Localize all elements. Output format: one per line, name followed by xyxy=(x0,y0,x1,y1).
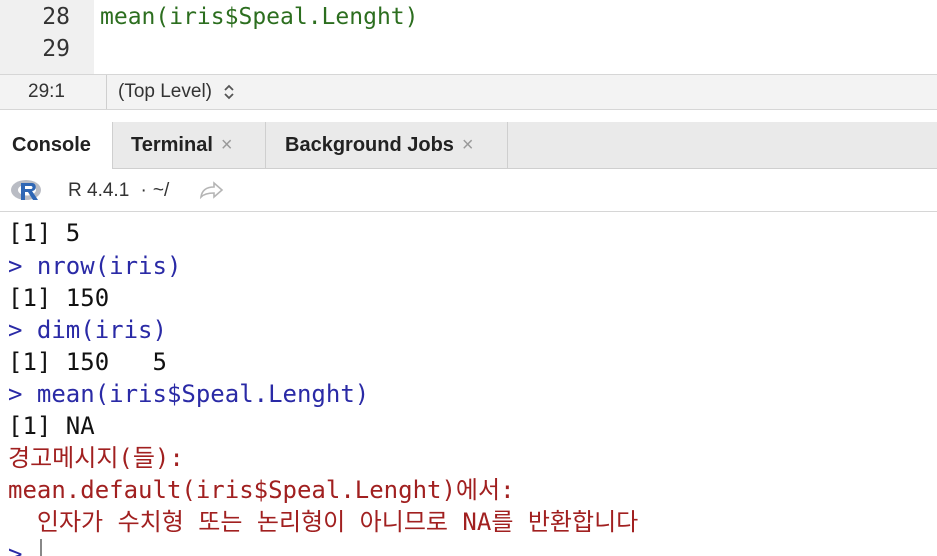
console-line: [1] NA xyxy=(8,412,95,440)
tab-terminal[interactable]: Terminal × xyxy=(113,122,266,168)
console-line: > dim(iris) xyxy=(8,316,167,344)
r-version-label: R 4.4.1 · ~/ xyxy=(68,180,170,201)
status-divider xyxy=(106,75,107,109)
warning-header: 경고메시지(들): xyxy=(8,444,184,472)
working-directory[interactable]: ~/ xyxy=(153,180,169,201)
share-arrow-icon[interactable] xyxy=(198,181,224,199)
up-down-arrows-icon xyxy=(224,84,234,100)
console-prompt[interactable]: > xyxy=(8,538,22,556)
console-toolbar: R 4.4.1 · ~/ xyxy=(0,169,937,212)
cursor-position: 29:1 xyxy=(28,81,65,102)
code-line[interactable]: mean(iris$Speal.Lenght) xyxy=(100,1,419,33)
line-number: 29 xyxy=(42,36,70,62)
scope-label: (Top Level) xyxy=(118,81,212,102)
console-output[interactable]: [1] 5 > nrow(iris) [1] 150 > dim(iris) [… xyxy=(0,212,937,556)
console-line: [1] 5 xyxy=(8,219,81,247)
close-icon[interactable]: × xyxy=(462,134,474,156)
tab-console[interactable]: Console xyxy=(0,122,113,169)
line-number: 28 xyxy=(42,4,70,30)
tab-background-jobs[interactable]: Background Jobs × xyxy=(266,122,508,168)
tab-label: Background Jobs xyxy=(285,134,454,156)
tab-label: Terminal xyxy=(131,134,213,156)
close-icon[interactable]: × xyxy=(221,134,233,156)
console-line: > nrow(iris) xyxy=(8,252,182,280)
warning-source: mean.default(iris$Speal.Lenght)에서: xyxy=(8,476,515,504)
tab-label: Console xyxy=(12,134,91,156)
line-gutter: 28 29 xyxy=(0,0,94,74)
console-line: [1] 150 xyxy=(8,284,110,312)
text-cursor xyxy=(40,539,42,556)
warning-message: 인자가 수치형 또는 논리형이 아니므로 NA를 반환합니다 xyxy=(8,508,639,536)
console-line: > mean(iris$Speal.Lenght) xyxy=(8,380,370,408)
source-editor[interactable]: 28 29 mean(iris$Speal.Lenght) xyxy=(0,0,937,74)
pane-tab-bar: Console Terminal × Background Jobs × xyxy=(0,122,937,169)
r-logo-icon xyxy=(11,180,41,200)
editor-status-bar: 29:1 (Top Level) xyxy=(0,74,937,110)
console-line: [1] 150 5 xyxy=(8,348,167,376)
scope-selector[interactable]: (Top Level) xyxy=(118,81,235,103)
